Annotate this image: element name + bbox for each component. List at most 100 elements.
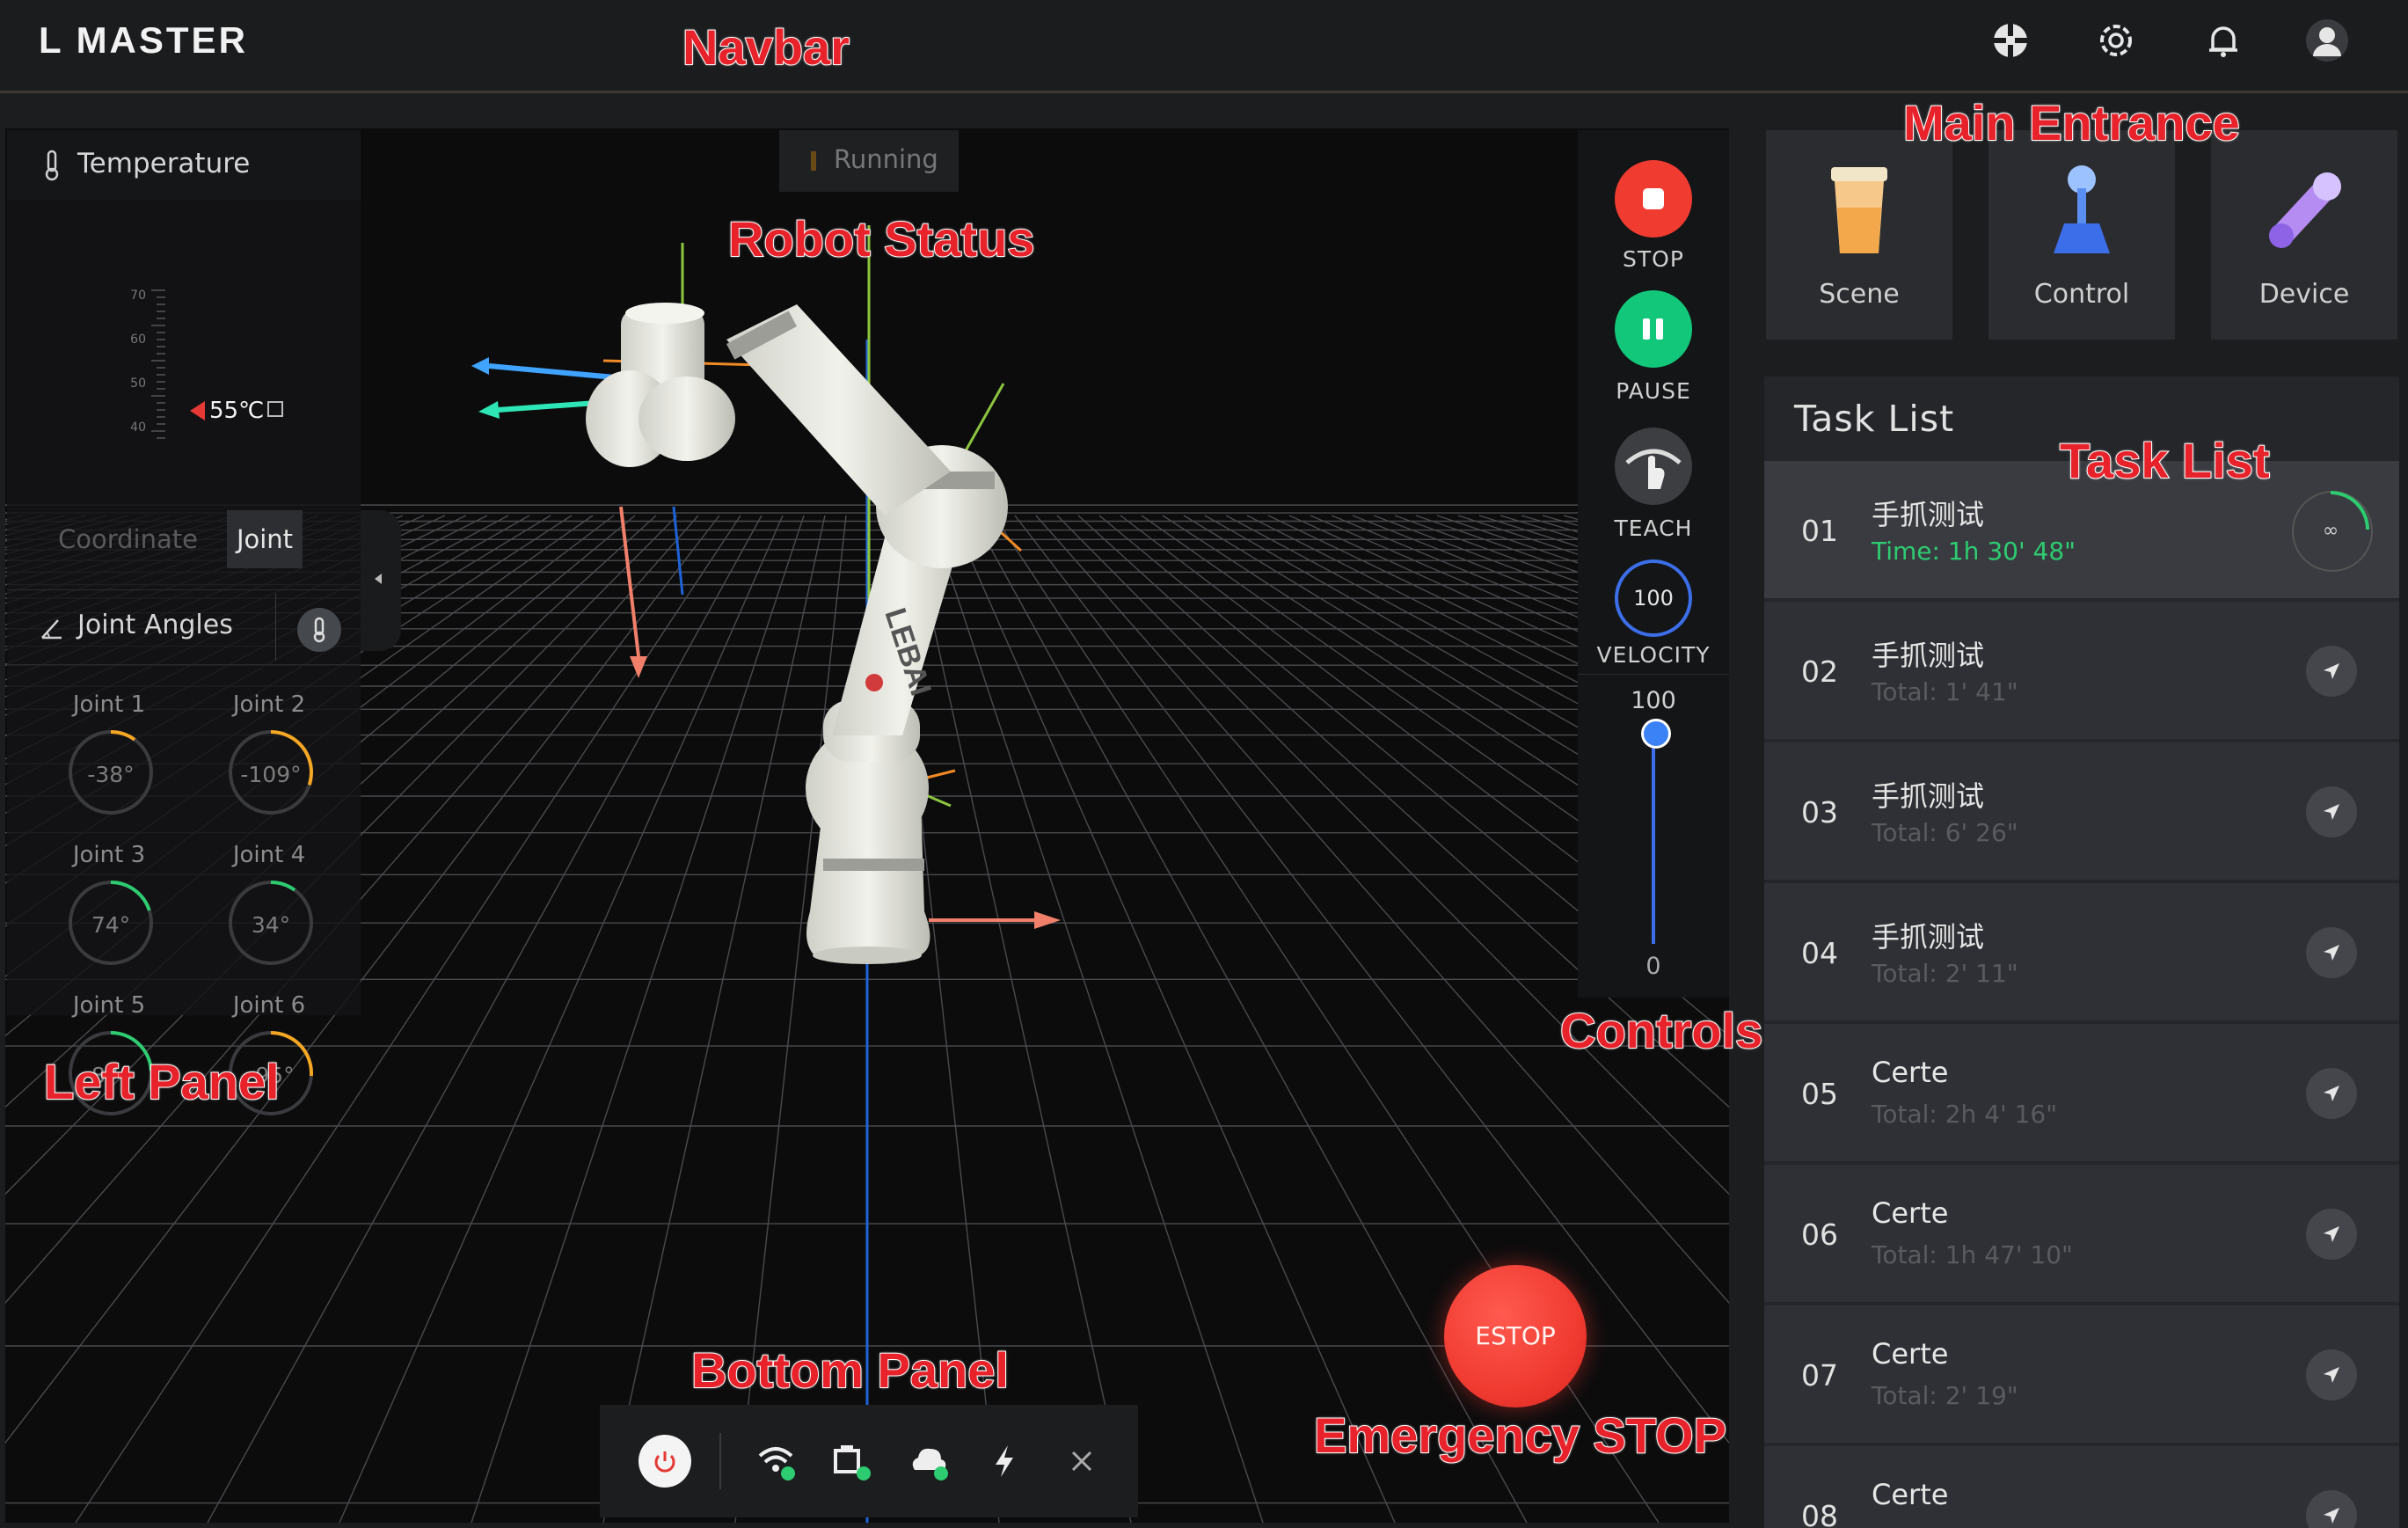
temperature-scale: 70 60 50 40 [130,289,165,439]
entrance-device-label: Device [2258,279,2350,310]
annotation-task-list: Task List [2059,433,2271,488]
velocity-label: VELOCITY [1596,642,1711,668]
close-icon [1071,1451,1092,1472]
joint-label: Joint 1 [72,691,146,718]
run-task-button[interactable] [2306,927,2357,978]
run-task-button[interactable] [2306,646,2357,697]
run-task-button[interactable] [2306,1068,2357,1119]
task-row[interactable]: 03 手抓测试 Total: 6' 26" [1764,742,2399,880]
joint-label: Joint 5 [72,992,146,1019]
pause-label: PAUSE [1616,378,1691,404]
slider-thumb[interactable] [1641,719,1671,749]
entrance-device[interactable]: Device [2211,130,2397,340]
task-number: 08 [1801,1499,1838,1528]
estop-button[interactable]: ESTOP [1444,1265,1587,1407]
task-row[interactable]: 06 Certe Total: 1h 47' 10" [1764,1165,2399,1302]
navbar: L MASTER [0,0,2408,93]
joint-label: Joint 6 [232,992,306,1019]
run-task-button[interactable] [2306,1209,2357,1260]
gear-icon[interactable] [2093,18,2139,63]
task-name: 手抓测试 [1872,498,1985,531]
network-status[interactable] [825,1435,878,1488]
annotation-bottom-panel: Bottom Panel [690,1342,1010,1398]
stop-button[interactable] [1615,160,1692,238]
thermometer-icon [45,150,59,181]
joint-gauge: Joint 1 -38° [39,691,179,832]
loop-indicator[interactable]: ∞ [2292,491,2373,572]
brand-logo: L MASTER [39,19,248,61]
divider [275,594,276,661]
power-supply-status[interactable] [978,1435,1031,1488]
scale-label: 60 [130,333,146,347]
task-number: 07 [1801,1358,1838,1393]
slider-track[interactable] [1652,727,1655,944]
tab-coordinate[interactable]: Coordinate [58,510,198,568]
task-name: 手抓测试 [1872,639,1985,672]
scale-label: 70 [130,289,146,303]
task-duration: Total: 6' 26" [1872,818,2018,847]
cloud-icon [912,1448,948,1480]
task-number: 03 [1801,795,1838,830]
joint-gauge: Joint 2 -109° [199,691,339,832]
loop-icon: ∞ [2323,491,2369,542]
task-name: Certe [1872,1056,1949,1089]
task-name: 手抓测试 [1872,779,1985,813]
send-icon [2324,1226,2339,1242]
pause-button[interactable] [1615,290,1692,368]
close-button[interactable] [1055,1435,1108,1488]
robot-status: Running [779,130,959,192]
task-row[interactable]: 07 Certe Total: 2' 19" [1764,1305,2399,1443]
task-list: Task List 01 手抓测试 Time: 1h 30' 48" ∞ 02 手抓测试 T… [1764,377,2399,1528]
joint-angles-title: Joint Angles [77,610,233,640]
annotation-main-entrance: Main Entrance [1902,95,2241,150]
task-number: 06 [1801,1217,1838,1252]
entrance-scene[interactable]: Scene [1766,130,1952,340]
collapse-left-panel-button[interactable] [361,510,401,651]
send-icon [2324,1086,2339,1101]
task-duration: Time: 1h 30' 48" [1872,537,2076,566]
run-task-button[interactable] [2306,786,2357,837]
send-icon [2324,804,2339,820]
tab-joint[interactable]: Joint [227,510,303,568]
unit-toggle-icon[interactable] [267,401,283,417]
power-icon [638,1435,691,1488]
temperature-toggle-button[interactable] [297,608,341,652]
task-row[interactable]: 08 Certe [1764,1446,2399,1528]
velocity-indicator[interactable]: 100 [1615,559,1692,637]
slider-min-label: 0 [1645,953,1661,980]
lightning-icon [996,1445,1013,1477]
task-name: Certe [1872,1337,1949,1371]
joint-gauge: Joint 3 74° [39,842,179,983]
run-task-button[interactable] [2306,1490,2357,1528]
joint-value: -38° [87,762,135,787]
joystick-icon [2054,165,2110,253]
send-icon [2324,663,2339,679]
power-button[interactable] [638,1435,691,1488]
wifi-status[interactable] [749,1435,802,1488]
user-avatar-icon[interactable] [2304,18,2350,63]
send-icon [2324,1508,2339,1524]
cup-icon [1831,167,1887,253]
task-row[interactable]: 02 手抓测试 Total: 1' 41" [1764,602,2399,739]
robot-arm-icon [2269,172,2341,248]
task-row[interactable]: 04 手抓测试 Total: 2' 11" [1764,883,2399,1020]
task-row[interactable]: 05 Certe Total: 2h 4' 16" [1764,1024,2399,1161]
entrance-scene-label: Scene [1819,279,1900,310]
stop-icon [1643,188,1664,209]
target-icon[interactable] [1988,18,2033,63]
task-number: 04 [1801,936,1838,970]
network-icon [834,1445,871,1480]
temperature-title: Temperature [77,148,251,179]
wifi-icon [758,1447,795,1480]
scale-label: 40 [130,420,146,435]
view-mode-toggle: Coordinate Joint [40,510,331,568]
cloud-status[interactable] [902,1435,955,1488]
run-task-button[interactable] [2306,1349,2357,1400]
velocity-slider[interactable]: 100 0 [1578,674,1729,997]
bell-icon[interactable] [2200,18,2246,63]
entrance-control[interactable]: Control [1988,130,2175,340]
annotation-controls: Controls [1559,1003,1763,1058]
teach-button[interactable] [1615,428,1692,505]
robot-status-text: Running [834,144,938,174]
temperature-pointer-icon [190,401,205,420]
